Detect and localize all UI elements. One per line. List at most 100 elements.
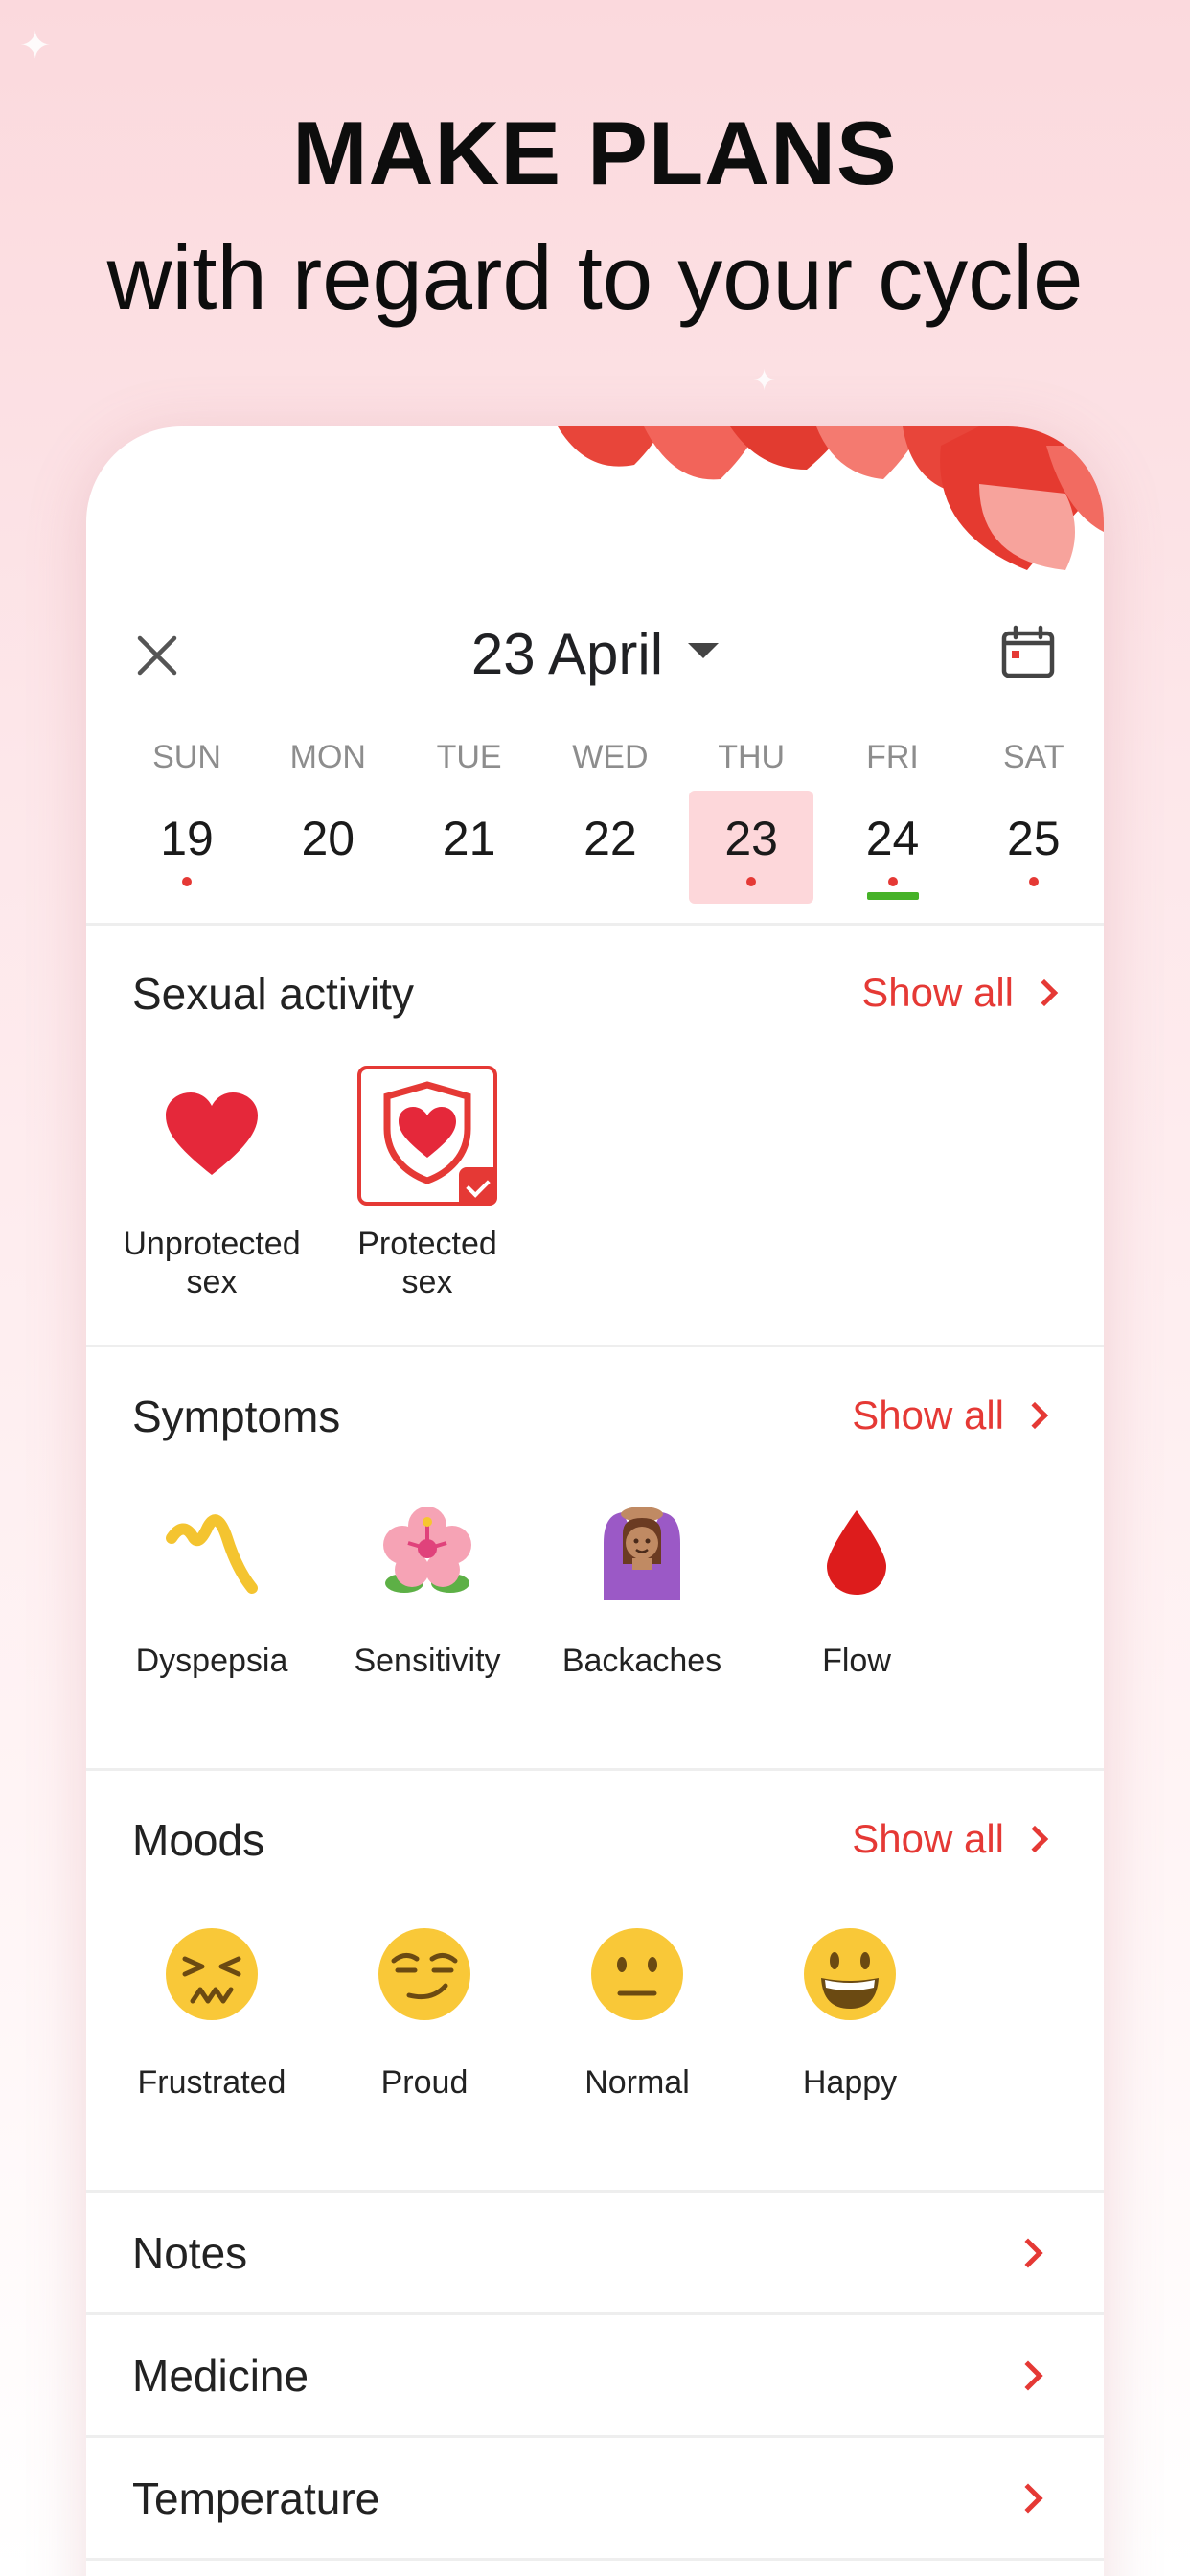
show-all-moods[interactable]: Show all	[852, 1816, 1049, 1862]
symptom-label: Sensitivity	[354, 1643, 501, 1679]
symptom-sensitivity[interactable]: Sensitivity	[332, 1481, 523, 1680]
day-number: 21	[407, 791, 532, 904]
day-mon[interactable]: MON 20	[265, 733, 390, 896]
heart-icon	[166, 1092, 258, 1175]
divider	[86, 923, 1104, 926]
divider	[86, 1768, 1104, 1771]
divider	[86, 2558, 1104, 2561]
checkmark-icon	[459, 1167, 497, 1206]
day-name: MON	[289, 739, 366, 775]
day-number: 22	[548, 791, 673, 904]
day-name: THU	[718, 739, 786, 775]
symptom-label: Dyspepsia	[135, 1643, 288, 1679]
woman-gesturing-ok-icon	[604, 1506, 680, 1600]
period-dot	[887, 877, 898, 886]
day-number: 20	[265, 791, 390, 904]
headline-subtitle: with regard to your cycle	[106, 227, 1084, 328]
day-number-text: 19	[160, 812, 214, 865]
mood-frustrated[interactable]: Frustrated	[116, 1902, 308, 2102]
day-name: SUN	[152, 739, 221, 775]
section-title-sexual-activity: Sexual activity	[132, 969, 415, 1019]
day-number: 23	[689, 791, 814, 904]
squiggle-icon	[166, 1514, 258, 1594]
list-item-label: Temperature	[132, 2473, 380, 2523]
show-all-sexual-activity[interactable]: Show all	[861, 970, 1059, 1016]
grinning-face-icon	[804, 1928, 896, 2020]
hibiscus-icon	[383, 1506, 471, 1593]
symptom-flow[interactable]: Flow	[761, 1481, 952, 1680]
date-header: 23 April	[86, 613, 1104, 700]
chevron-right-icon	[1013, 2238, 1043, 2268]
mood-label: Proud	[380, 2064, 469, 2101]
day-sat[interactable]: SAT 25	[972, 733, 1096, 896]
sparkle-icon: ✦	[19, 25, 52, 67]
day-name: TUE	[436, 739, 502, 775]
blood-drop-icon	[827, 1510, 886, 1595]
chevron-right-icon	[1020, 1401, 1049, 1430]
week-strip: SUN 19 MON 20 TUE 21 WED 22 THU 23 FRI 24 SAT 25	[125, 733, 1104, 904]
day-name: SAT	[1002, 739, 1064, 775]
mood-proud[interactable]: Proud	[329, 1902, 520, 2102]
chevron-right-icon	[1020, 1825, 1049, 1853]
mood-label: Happy	[802, 2064, 898, 2101]
day-number-text: 23	[724, 812, 778, 865]
day-name: FRI	[866, 739, 919, 775]
day-thu[interactable]: THU 23	[689, 733, 814, 904]
day-wed[interactable]: WED 22	[548, 733, 673, 896]
list-item-label: Medicine	[132, 2351, 309, 2401]
mood-normal[interactable]: Normal	[541, 1902, 733, 2102]
day-fri[interactable]: FRI 24	[831, 733, 955, 900]
mood-label: Normal	[584, 2064, 690, 2101]
notes-row[interactable]: Notes	[86, 2193, 1104, 2313]
divider	[86, 1345, 1104, 1347]
protected-sex-selected-box	[357, 1066, 497, 1206]
headline-title: MAKE PLANS	[292, 103, 898, 203]
mood-label: Frustrated	[137, 2064, 286, 2101]
mood-happy[interactable]: Happy	[754, 1902, 946, 2102]
caret-down-icon	[688, 643, 720, 659]
calendar-icon[interactable]	[1000, 625, 1056, 680]
symptom-backaches[interactable]: Backaches	[546, 1481, 738, 1680]
date-label: 23 April	[470, 622, 664, 686]
show-all-label: Show all	[852, 1816, 1004, 1861]
chevron-right-icon	[1013, 2483, 1043, 2514]
day-number-text: 25	[1006, 812, 1061, 865]
day-number: 19	[125, 791, 249, 904]
show-all-symptoms[interactable]: Show all	[852, 1392, 1049, 1438]
day-name: WED	[572, 739, 649, 775]
option-label: Unprotected sex	[123, 1226, 301, 1300]
sparkle-icon: ✦	[752, 365, 777, 397]
medicine-row[interactable]: Medicine	[86, 2315, 1104, 2436]
chevron-right-icon	[1013, 2360, 1043, 2391]
show-all-label: Show all	[861, 970, 1014, 1015]
smirking-face-icon	[378, 1928, 470, 2020]
show-all-label: Show all	[852, 1392, 1004, 1438]
day-number: 25	[972, 791, 1096, 904]
protected-sex-option[interactable]: Protected sex	[332, 1064, 523, 1301]
day-number-text: 24	[865, 812, 920, 865]
temperature-row[interactable]: Temperature	[86, 2438, 1104, 2559]
day-sun[interactable]: SUN 19	[125, 733, 249, 896]
headline: MAKE PLANS with regard to your cycle	[0, 91, 1190, 340]
chevron-right-icon	[1030, 978, 1059, 1007]
day-tue[interactable]: TUE 21	[407, 733, 532, 896]
petals-decoration	[558, 426, 1104, 570]
day-number-text: 20	[301, 812, 355, 865]
symptom-dyspepsia[interactable]: Dyspepsia	[116, 1481, 308, 1680]
option-label: Protected sex	[357, 1226, 497, 1300]
period-dot	[182, 877, 192, 886]
persevering-face-icon	[166, 1928, 258, 2020]
section-title-symptoms: Symptoms	[132, 1392, 341, 1441]
list-item-label: Notes	[132, 2228, 248, 2278]
day-number-text: 21	[442, 812, 496, 865]
period-dot	[746, 877, 757, 886]
ovulation-bar	[866, 892, 919, 900]
unprotected-sex-option[interactable]: Unprotected sex	[116, 1064, 308, 1301]
day-number-text: 22	[584, 812, 637, 865]
day-number: 24	[831, 791, 955, 904]
neutral-face-icon	[591, 1928, 683, 2020]
date-selector[interactable]: 23 April	[86, 621, 1104, 687]
phone-screen: 23 April SUN 19 MON 20 TUE 21 WED 22 THU 23 FRI 24 S…	[86, 426, 1104, 2576]
symptom-label: Flow	[822, 1643, 891, 1679]
section-title-moods: Moods	[132, 1815, 265, 1865]
